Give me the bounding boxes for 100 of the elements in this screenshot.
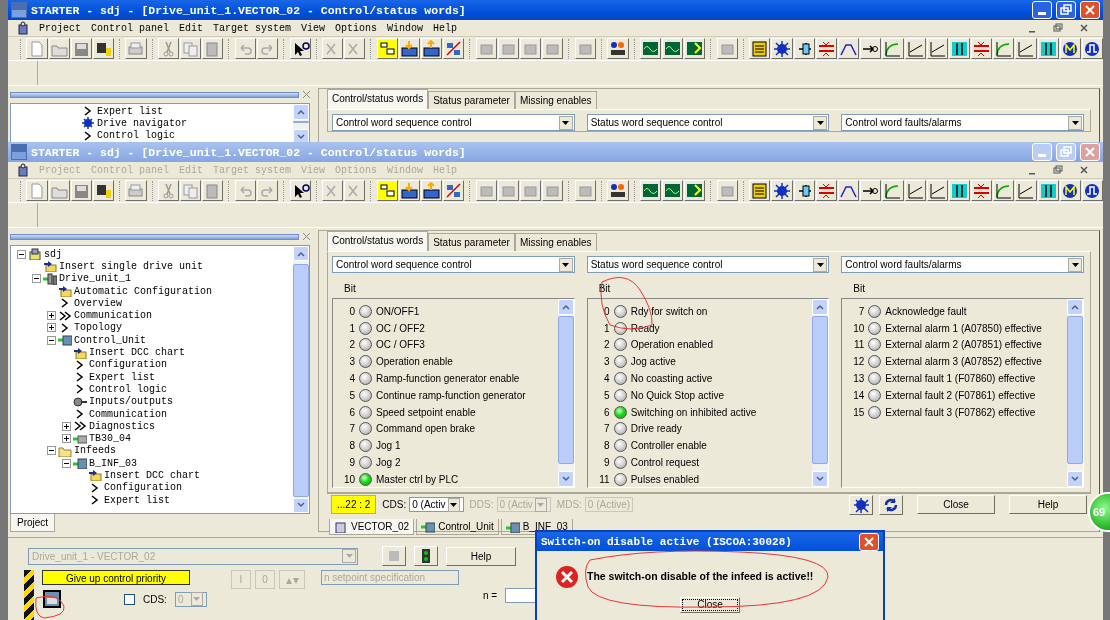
tab[interactable]: Missing enables — [514, 91, 597, 109]
bit-label: Master ctrl by PLC — [376, 472, 459, 487]
tree-item[interactable]: Configuration — [104, 482, 182, 494]
tree-item[interactable]: Control_Unit — [74, 334, 146, 346]
field-label: DDS: — [469, 498, 494, 512]
bit-label: Controller enable — [630, 439, 707, 454]
bit-number: 8 — [603, 439, 610, 454]
bit-label: Operation enabled — [630, 338, 713, 353]
field-label: CDS: — [382, 498, 407, 512]
bit-label: Operation enable — [376, 355, 453, 370]
bit-label: Speed setpoint enable — [376, 405, 476, 420]
dialog-title: Switch-on disable active (ISCOA:30028) — [541, 535, 792, 548]
tab[interactable]: Status parameter — [428, 233, 515, 251]
select-field[interactable]: 0 (Activ — [409, 497, 464, 512]
bit-label: Jog 1 — [376, 439, 401, 454]
bit-number: 11 — [852, 338, 865, 353]
bit-number: 6 — [348, 405, 355, 420]
tree-item[interactable]: Drive navigator — [97, 117, 187, 129]
tree-item[interactable]: Infeeds — [74, 445, 116, 457]
dropdown[interactable]: Control word faults/alarms — [841, 256, 1084, 273]
menu-item[interactable]: Target system — [208, 22, 297, 34]
bit-number: 7 — [348, 422, 355, 437]
dropdown[interactable]: Control word sequence control — [332, 114, 575, 131]
tree-item[interactable]: Expert list — [97, 105, 163, 117]
tree-item[interactable]: Insert DCC chart — [104, 470, 200, 481]
bit-label: Drive ready — [630, 422, 682, 437]
column-header: Bit — [597, 282, 612, 296]
priority-button[interactable]: Give up control priority — [42, 570, 190, 585]
bit-label: Ready — [630, 321, 660, 336]
bit-number: 13 — [852, 372, 865, 387]
tree-item[interactable]: Configuration — [89, 359, 167, 371]
tree-item[interactable]: Drive_unit_1 — [59, 273, 131, 285]
dropdown[interactable]: Control word faults/alarms — [841, 114, 1084, 131]
close-button[interactable]: Close — [680, 597, 740, 613]
bit-number: 2 — [348, 338, 355, 353]
menu-item[interactable]: Help — [428, 22, 463, 34]
help-button[interactable]: Help — [446, 546, 516, 566]
menu-item[interactable]: Edit — [174, 22, 209, 34]
bit-number: 15 — [852, 405, 865, 420]
tab[interactable]: Status parameter — [428, 91, 515, 109]
window-title: STARTER - sdj - [Drive_unit_1.VECTOR_02 - Control/status words] — [31, 3, 466, 17]
tree-item[interactable]: Control logic — [89, 383, 167, 395]
project-tab[interactable]: Project — [10, 514, 56, 532]
tab[interactable]: Missing enables — [514, 233, 597, 251]
document-tab[interactable]: Control_Unit — [416, 519, 499, 535]
bit-number: 3 — [603, 355, 610, 370]
tab[interactable]: Control/status words — [327, 89, 429, 109]
bit-number: 6 — [603, 405, 610, 420]
tree-item[interactable]: Insert DCC chart — [89, 347, 185, 358]
setpoint-field: n setpoint specification — [320, 570, 459, 585]
bit-number: 7 — [857, 304, 865, 319]
bit-number: 1 — [348, 321, 355, 336]
tree-item[interactable]: Expert list — [104, 494, 170, 506]
tree-item[interactable]: TB30_04 — [89, 433, 131, 445]
bit-label: ON/OFF1 — [376, 304, 420, 319]
dialog-button[interactable]: Help — [1009, 495, 1087, 514]
tree-item[interactable]: Topology — [74, 322, 122, 334]
bit-number: 5 — [348, 388, 355, 403]
tree-item[interactable]: Automatic Configuration — [74, 285, 213, 297]
bit-label: Continue ramp-function generator — [376, 388, 526, 403]
tree-item[interactable]: Overview — [74, 297, 122, 309]
field-label: MDS: — [556, 498, 582, 512]
tab[interactable]: Control/status words — [327, 231, 429, 251]
bit-label: External fault 2 (F07861) effective — [885, 388, 1036, 403]
column-header: Bit — [852, 282, 866, 296]
bit-number: 0 — [603, 304, 610, 319]
tree-item[interactable]: Control logic — [97, 130, 175, 142]
dropdown[interactable]: Status word sequence control — [586, 114, 830, 131]
tree-item[interactable]: Diagnostics — [89, 420, 155, 432]
bit-number: 10 — [342, 472, 355, 487]
bit-number: 7 — [603, 422, 610, 437]
tree-item[interactable]: B_INF_03 — [89, 457, 137, 469]
menu-item[interactable]: View — [296, 22, 331, 34]
counter: ...22 : 2 — [331, 495, 377, 514]
bit-number: 8 — [348, 439, 355, 454]
dialog-message: The switch-on disable of the infeed is active!! — [587, 569, 814, 585]
bit-number: 11 — [598, 472, 610, 487]
bit-label: Rdy for switch on — [630, 304, 708, 319]
tree-item[interactable]: Communication — [89, 408, 167, 420]
tree-item[interactable]: Insert single drive unit — [59, 260, 204, 272]
bit-number: 12 — [852, 355, 865, 370]
bit-label: Jog 2 — [376, 456, 401, 471]
dropdown[interactable]: Control word sequence control — [332, 256, 575, 273]
dialog-button[interactable]: Close — [917, 495, 995, 514]
tree-item[interactable]: Expert list — [89, 371, 155, 383]
window-title: STARTER - sdj - [Drive_unit_1.VECTOR_02 - Control/status words] — [31, 145, 466, 159]
tree-item[interactable]: sdj — [44, 248, 62, 260]
document-tab[interactable]: VECTOR_02 — [329, 519, 415, 535]
menu-item[interactable]: Options — [330, 22, 383, 34]
tree-item[interactable]: Communication — [74, 310, 152, 322]
tree-item[interactable]: Inputs/outputs — [89, 396, 173, 408]
menu-item[interactable]: Window — [382, 22, 429, 34]
bit-number: 5 — [603, 388, 610, 403]
bit-label: Acknowledge fault — [885, 304, 967, 319]
dropdown[interactable]: Status word sequence control — [586, 256, 830, 273]
checkbox-label: CDS: — [143, 592, 167, 607]
menu-item[interactable]: Project — [34, 22, 86, 34]
menu-item[interactable]: Control panel — [86, 22, 175, 34]
bit-number: 14 — [852, 388, 865, 403]
bit-label: OC / OFF3 — [376, 338, 425, 353]
